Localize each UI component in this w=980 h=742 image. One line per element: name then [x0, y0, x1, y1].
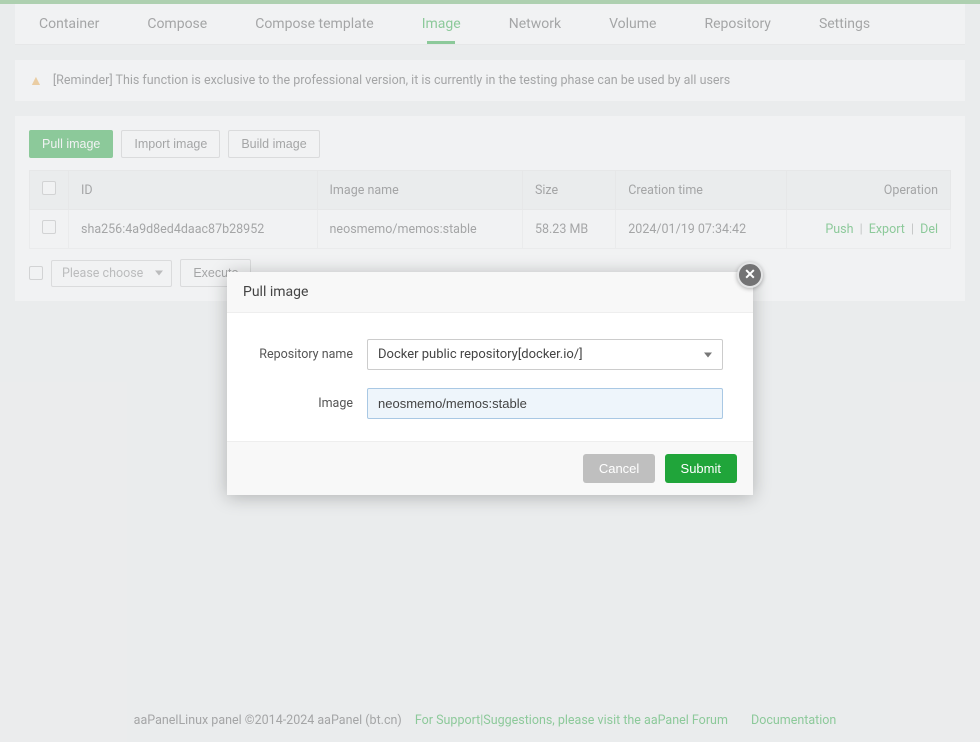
- form-row-repository: Repository name Docker public repository…: [257, 339, 723, 370]
- repository-name-label: Repository name: [257, 347, 367, 362]
- modal-footer: Cancel Submit: [227, 441, 753, 495]
- pull-image-modal: ✕ Pull image Repository name Docker publ…: [227, 272, 753, 495]
- image-input[interactable]: [367, 388, 723, 419]
- repository-select-value: Docker public repository[docker.io/]: [378, 347, 583, 362]
- submit-button[interactable]: Submit: [665, 454, 737, 483]
- repository-select[interactable]: Docker public repository[docker.io/]: [367, 339, 723, 370]
- form-row-image: Image: [257, 388, 723, 419]
- modal-title: Pull image: [227, 272, 753, 313]
- chevron-down-icon: [704, 352, 712, 357]
- cancel-button[interactable]: Cancel: [583, 454, 655, 483]
- close-icon[interactable]: ✕: [737, 262, 763, 288]
- image-label: Image: [257, 396, 367, 411]
- modal-body: Repository name Docker public repository…: [227, 313, 753, 441]
